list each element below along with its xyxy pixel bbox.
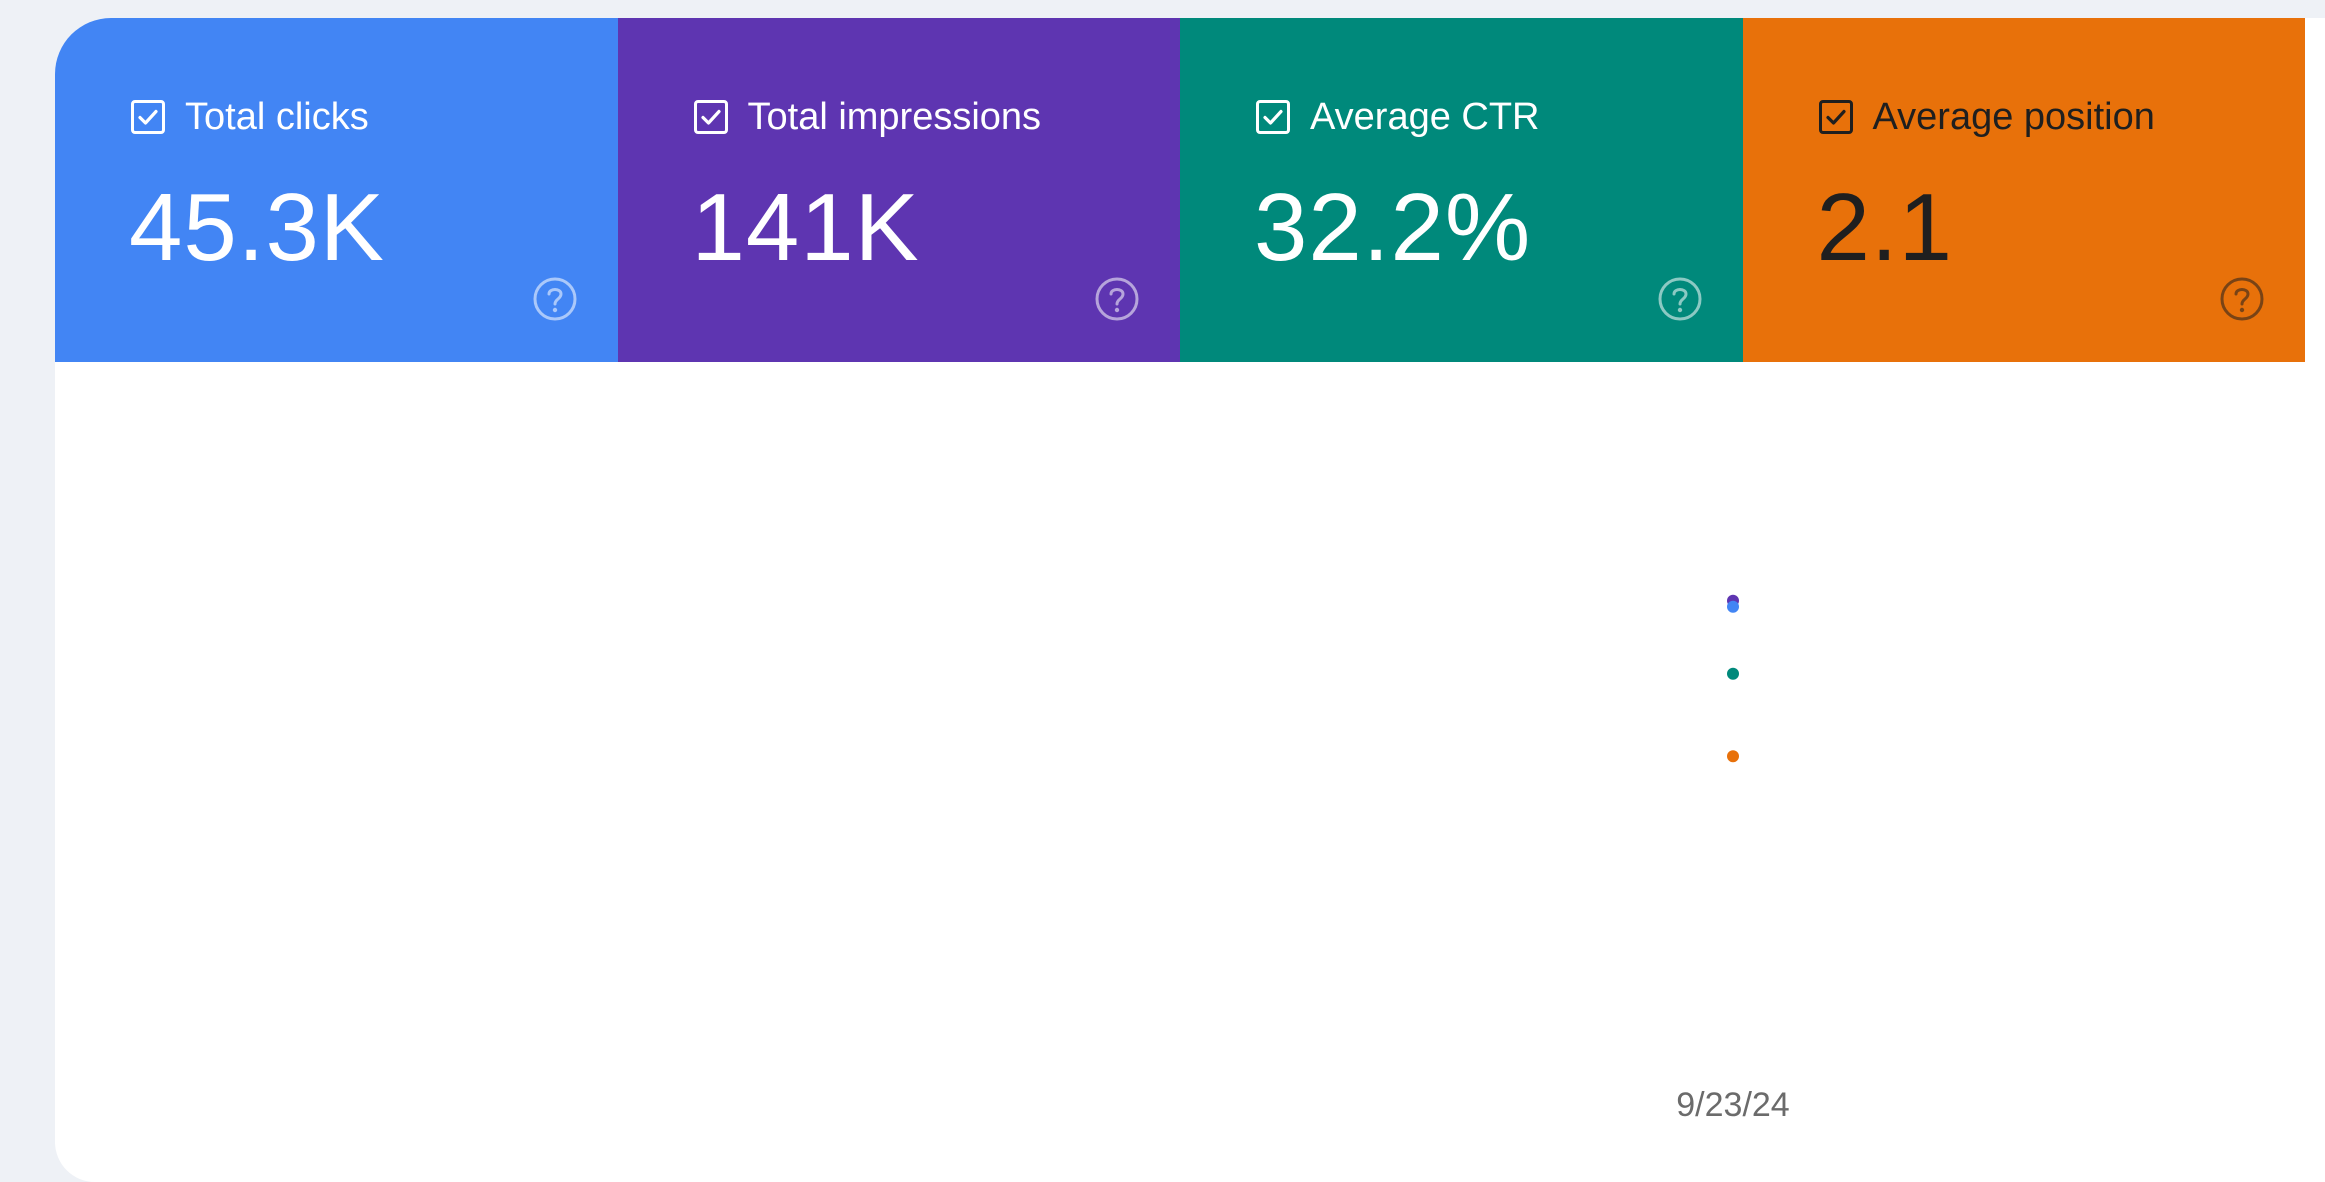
performance-chart: 9/23/24 xyxy=(55,362,2325,1182)
metric-value: 2.1 xyxy=(1816,174,1953,281)
data-point-clicks[interactable] xyxy=(1727,600,1739,613)
checkbox-checked-icon[interactable] xyxy=(131,100,165,134)
metric-header: Total clicks xyxy=(131,98,369,136)
metric-label: Average position xyxy=(1872,96,2155,138)
metric-label: Average CTR xyxy=(1310,96,1540,138)
data-point-position[interactable] xyxy=(1727,750,1739,763)
checkbox-checked-icon[interactable] xyxy=(1818,100,1853,134)
metric-value: 45.3K xyxy=(129,174,385,281)
metric-tiles: Total clicks 45.3K Total impressions 141… xyxy=(55,18,2305,362)
x-axis-tick-label: 9/23/24 xyxy=(1676,1086,1790,1124)
metric-tile-average-ctr[interactable]: Average CTR 32.2% xyxy=(1180,18,1743,362)
chart-canvas xyxy=(1727,594,1739,763)
metric-label: Total clicks xyxy=(185,96,369,138)
performance-card: Total clicks 45.3K Total impressions 141… xyxy=(55,18,2325,1182)
metric-label: Total impressions xyxy=(747,96,1042,138)
metric-tile-average-position[interactable]: Average position 2.1 xyxy=(1742,18,2305,362)
help-circle-icon[interactable] xyxy=(1094,276,1140,322)
help-circle-icon[interactable] xyxy=(2219,276,2265,322)
metric-header: Average CTR xyxy=(1256,98,1540,136)
data-point-ctr[interactable] xyxy=(1727,667,1739,680)
metric-header: Total impressions xyxy=(693,96,1042,138)
help-circle-icon[interactable] xyxy=(532,276,578,322)
metric-value: 32.2% xyxy=(1254,174,1532,281)
checkbox-checked-icon[interactable] xyxy=(1256,100,1290,134)
help-circle-icon[interactable] xyxy=(1657,276,1703,322)
metric-tile-total-impressions[interactable]: Total impressions 141K xyxy=(617,18,1180,362)
metric-value: 141K xyxy=(691,174,920,281)
metric-tile-total-clicks[interactable]: Total clicks 45.3K xyxy=(55,18,618,362)
metric-header: Average position xyxy=(1818,96,2155,138)
checkbox-checked-icon[interactable] xyxy=(693,100,728,134)
